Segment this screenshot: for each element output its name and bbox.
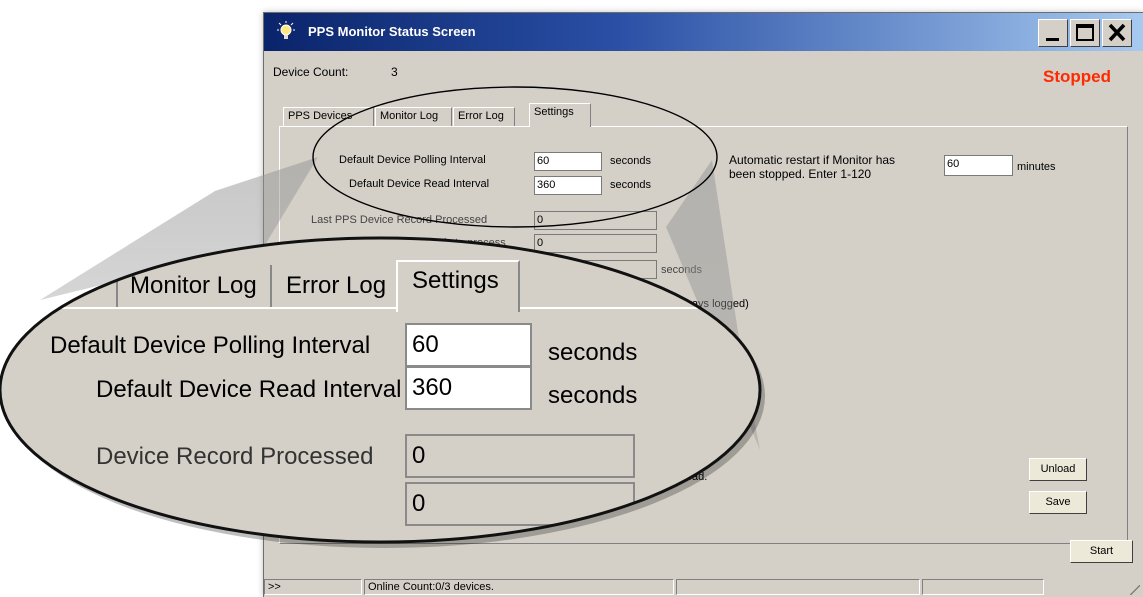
zoom-read-field: 360 — [405, 366, 532, 410]
tab-error-log[interactable]: Error Log — [453, 107, 515, 126]
hidden-interval-unit: seconds — [661, 264, 702, 276]
resize-grip-icon[interactable] — [1130, 585, 1140, 595]
start-button[interactable]: Start — [1070, 540, 1133, 563]
zoom-last-record-label: Device Record Processed — [96, 443, 374, 470]
tab-monitor-log[interactable]: Monitor Log — [375, 107, 452, 126]
read-unit: seconds — [610, 179, 651, 191]
maximize-button[interactable] — [1070, 19, 1100, 47]
tab-pps-devices[interactable]: PPS Devices — [283, 107, 374, 126]
status-text: Stopped — [1043, 67, 1111, 86]
records-to-process-field: 0 — [534, 234, 657, 253]
polling-interval-field[interactable]: 60 — [534, 152, 602, 171]
last-record-label: Last PPS Device Record Processed — [311, 214, 488, 226]
restart-text-line2: been stopped. Enter 1-120 — [729, 167, 872, 181]
lightbulb-icon — [277, 21, 295, 39]
tab-label: PPS Devices — [288, 110, 353, 122]
read-interval-label: Default Device Read Interval — [349, 178, 490, 190]
device-count-label: Device Count: — [273, 65, 349, 79]
close-icon — [1108, 23, 1126, 42]
tab-label: Monitor Log — [380, 110, 439, 122]
window-title: PPS Monitor Status Screen — [308, 24, 476, 39]
zoom-tab-pps-devices: es — [60, 272, 86, 299]
restart-text-line1: Automatic restart if Monitor has — [729, 153, 896, 167]
minimize-button[interactable] — [1038, 19, 1068, 47]
zoom-tab-monitor-log: Monitor Log — [130, 272, 257, 299]
restart-unit: minutes — [1017, 161, 1056, 173]
polling-unit: seconds — [610, 155, 651, 167]
statusbar-panel-3 — [676, 579, 920, 595]
tab-label: Error Log — [458, 110, 504, 122]
zoom-polling-unit: seconds — [548, 339, 638, 366]
tab-settings[interactable]: Settings — [529, 103, 591, 127]
maximize-icon — [1076, 24, 1094, 41]
zoom-tab-error-log: Error Log — [286, 272, 387, 299]
save-button[interactable]: Save — [1029, 491, 1087, 514]
zoom-tab-settings: Settings — [412, 267, 499, 294]
minimize-icon — [1046, 38, 1059, 41]
zoom-last-record-field: 0 — [405, 434, 635, 478]
zoom-read-label: Default Device Read Interval — [96, 376, 402, 403]
device-count-value: 3 — [391, 65, 398, 79]
title-bar[interactable]: PPS Monitor Status Screen — [264, 13, 1143, 51]
statusbar-online-count: Online Count:0/3 devices. — [364, 579, 674, 595]
tab-label: Settings — [534, 106, 574, 118]
close-button[interactable] — [1102, 19, 1132, 47]
polling-interval-label: Default Device Polling Interval — [339, 154, 486, 166]
statusbar-prompt: >> — [264, 579, 362, 595]
zoom-read-unit: seconds — [548, 382, 638, 409]
zoom-polling-label: Default Device Polling Interval — [50, 332, 371, 359]
last-record-field: 0 — [534, 211, 657, 230]
statusbar-panel-4 — [922, 579, 1044, 595]
unload-button[interactable]: Unload — [1029, 458, 1087, 481]
status-bar: >> Online Count:0/3 devices. — [264, 577, 1143, 597]
restart-minutes-field[interactable]: 60 — [944, 155, 1013, 176]
read-interval-field[interactable]: 360 — [534, 176, 602, 195]
zoom-polling-field: 60 — [405, 323, 532, 367]
